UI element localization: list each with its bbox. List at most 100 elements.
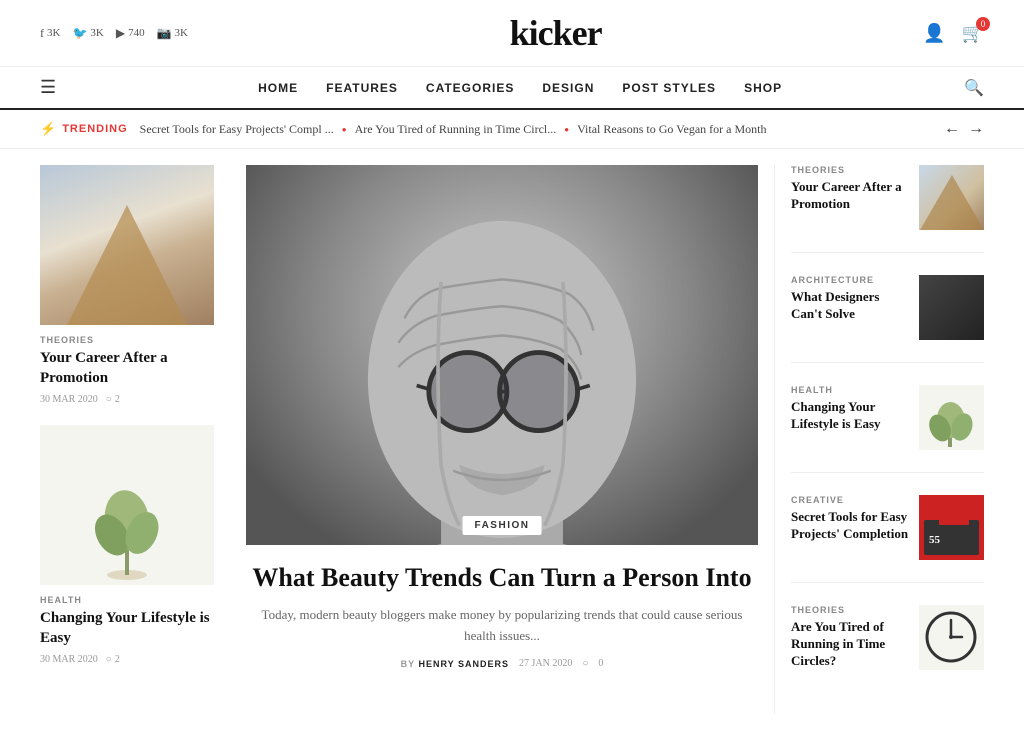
right-article-1-category: THEORIES (791, 165, 909, 175)
trending-prev-button[interactable]: ← (944, 120, 960, 138)
instagram-icon: 📷 (157, 26, 172, 41)
left-article-2: HEALTH Changing Your Lifestyle is Easy 3… (40, 425, 214, 665)
trending-item-1[interactable]: Secret Tools for Easy Projects' Compl ..… (140, 122, 334, 137)
center-article-date: 27 JAN 2020 (519, 658, 572, 669)
trending-items: Secret Tools for Easy Projects' Compl ..… (140, 122, 932, 137)
trending-label: ⚡ TRENDING (40, 121, 128, 137)
center-article-author-label: BY HENRY SANDERS (401, 659, 509, 669)
left-article-1-comments: ○ 2 (106, 394, 120, 405)
tools-icon: 55 (919, 495, 984, 560)
right-article-1: THEORIES Your Career After a Promotion (791, 165, 984, 253)
social-links: f 3K 🐦 3K ▶ 740 📷 3K (40, 26, 188, 41)
trending-nav: ← → (944, 120, 984, 138)
nav-home[interactable]: HOME (258, 81, 298, 95)
right-article-5: THEORIES Are You Tired of Running in Tim… (791, 605, 984, 692)
center-article-title[interactable]: What Beauty Trends Can Turn a Person Int… (246, 561, 758, 595)
plant-small-icon (924, 390, 979, 450)
plant-icon (87, 465, 167, 585)
site-logo[interactable]: kicker (510, 12, 602, 54)
center-image-svg (246, 165, 758, 545)
facebook-link[interactable]: f 3K (40, 26, 60, 41)
left-article-1-date: 30 MAR 2020 (40, 394, 98, 405)
right-article-2: ARCHITECTURE What Designers Can't Solve (791, 275, 984, 363)
left-article-2-date: 30 MAR 2020 (40, 654, 98, 665)
instagram-count: 3K (175, 27, 188, 39)
right-article-5-text: THEORIES Are You Tired of Running in Tim… (791, 605, 909, 670)
right-article-4-title[interactable]: Secret Tools for Easy Projects' Completi… (791, 509, 909, 543)
instagram-link[interactable]: 📷 3K (157, 26, 188, 41)
center-column: FASHION What Beauty Trends Can Turn a Pe… (230, 165, 774, 714)
right-article-3: HEALTH Changing Your Lifestyle is Easy (791, 385, 984, 473)
trending-bar: ⚡ TRENDING Secret Tools for Easy Project… (0, 110, 1024, 149)
right-article-1-image[interactable] (919, 165, 984, 230)
trending-dot-2: ● (564, 125, 569, 134)
right-article-4: CREATIVE Secret Tools for Easy Projects'… (791, 495, 984, 583)
nav-design[interactable]: DESIGN (542, 81, 594, 95)
left-article-1-image[interactable] (40, 165, 214, 325)
facebook-count: 3K (47, 27, 60, 39)
cart-badge: 0 (976, 17, 990, 31)
main-nav: ☰ HOME FEATURES CATEGORIES DESIGN POST S… (0, 67, 1024, 110)
left-article-1: THEORIES Your Career After a Promotion 3… (40, 165, 214, 405)
trending-text: TRENDING (62, 123, 127, 135)
nav-shop[interactable]: SHOP (744, 81, 782, 95)
right-article-1-title[interactable]: Your Career After a Promotion (791, 179, 909, 213)
right-article-4-text: CREATIVE Secret Tools for Easy Projects'… (791, 495, 909, 543)
center-category-tag: FASHION (463, 516, 542, 535)
right-article-3-category: HEALTH (791, 385, 909, 395)
twitter-link[interactable]: 🐦 3K (72, 26, 103, 41)
right-article-2-image[interactable] (919, 275, 984, 340)
user-icon[interactable]: 👤 (923, 23, 945, 44)
right-column: THEORIES Your Career After a Promotion A… (774, 165, 984, 714)
facebook-icon: f (40, 26, 44, 41)
left-column: THEORIES Your Career After a Promotion 3… (40, 165, 230, 714)
right-article-3-image[interactable] (919, 385, 984, 450)
svg-text:55: 55 (929, 534, 941, 546)
nav-features[interactable]: FEATURES (326, 81, 398, 95)
left-article-2-image[interactable] (40, 425, 214, 585)
right-article-2-title[interactable]: What Designers Can't Solve (791, 289, 909, 323)
trending-item-3[interactable]: Vital Reasons to Go Vegan for a Month (577, 122, 766, 137)
nav-categories[interactable]: CATEGORIES (426, 81, 514, 95)
right-article-1-text: THEORIES Your Career After a Promotion (791, 165, 909, 213)
main-content: THEORIES Your Career After a Promotion 3… (0, 165, 1024, 714)
twitter-count: 3K (90, 27, 103, 39)
left-article-2-title[interactable]: Changing Your Lifestyle is Easy (40, 609, 214, 648)
hamburger-menu[interactable]: ☰ (40, 77, 56, 98)
right-article-5-category: THEORIES (791, 605, 909, 615)
left-article-1-category: THEORIES (40, 335, 214, 345)
comment-icon-2: ○ (106, 654, 112, 665)
trending-item-2[interactable]: Are You Tired of Running in Time Circl..… (355, 122, 557, 137)
center-article-author-name: HENRY SANDERS (418, 659, 509, 669)
center-article-comment-icon: ○ (582, 658, 588, 669)
right-article-2-category: ARCHITECTURE (791, 275, 909, 285)
right-article-4-category: CREATIVE (791, 495, 909, 505)
youtube-icon: ▶ (116, 26, 125, 41)
nav-links: HOME FEATURES CATEGORIES DESIGN POST STY… (76, 81, 964, 95)
trending-bolt-icon: ⚡ (40, 121, 57, 137)
left-article-2-meta: 30 MAR 2020 ○ 2 (40, 654, 214, 665)
center-article-description: Today, modern beauty bloggers make money… (246, 605, 758, 647)
right-article-3-title[interactable]: Changing Your Lifestyle is Easy (791, 399, 909, 433)
cart-icon[interactable]: 🛒 0 (962, 23, 984, 44)
left-article-1-meta: 30 MAR 2020 ○ 2 (40, 394, 214, 405)
nav-post-styles[interactable]: POST STYLES (622, 81, 716, 95)
header-actions: 👤 🛒 0 (923, 23, 984, 44)
right-article-3-text: HEALTH Changing Your Lifestyle is Easy (791, 385, 909, 433)
right-article-5-title[interactable]: Are You Tired of Running in Time Circles… (791, 619, 909, 670)
twitter-icon: 🐦 (72, 26, 87, 41)
trending-next-button[interactable]: → (968, 120, 984, 138)
center-main-image[interactable]: FASHION (246, 165, 758, 545)
left-article-1-title[interactable]: Your Career After a Promotion (40, 349, 214, 388)
left-article-2-category: HEALTH (40, 595, 214, 605)
youtube-link[interactable]: ▶ 740 (116, 26, 145, 41)
search-icon[interactable]: 🔍 (964, 78, 984, 98)
right-article-5-image[interactable] (919, 605, 984, 670)
header: f 3K 🐦 3K ▶ 740 📷 3K kicker 👤 🛒 0 (0, 0, 1024, 67)
clock-icon (924, 610, 979, 665)
youtube-count: 740 (128, 27, 145, 39)
center-article-meta: BY HENRY SANDERS 27 JAN 2020 ○ 0 (246, 658, 758, 669)
right-article-4-image[interactable]: 55 (919, 495, 984, 560)
left-article-2-comments: ○ 2 (106, 654, 120, 665)
trending-dot-1: ● (342, 125, 347, 134)
